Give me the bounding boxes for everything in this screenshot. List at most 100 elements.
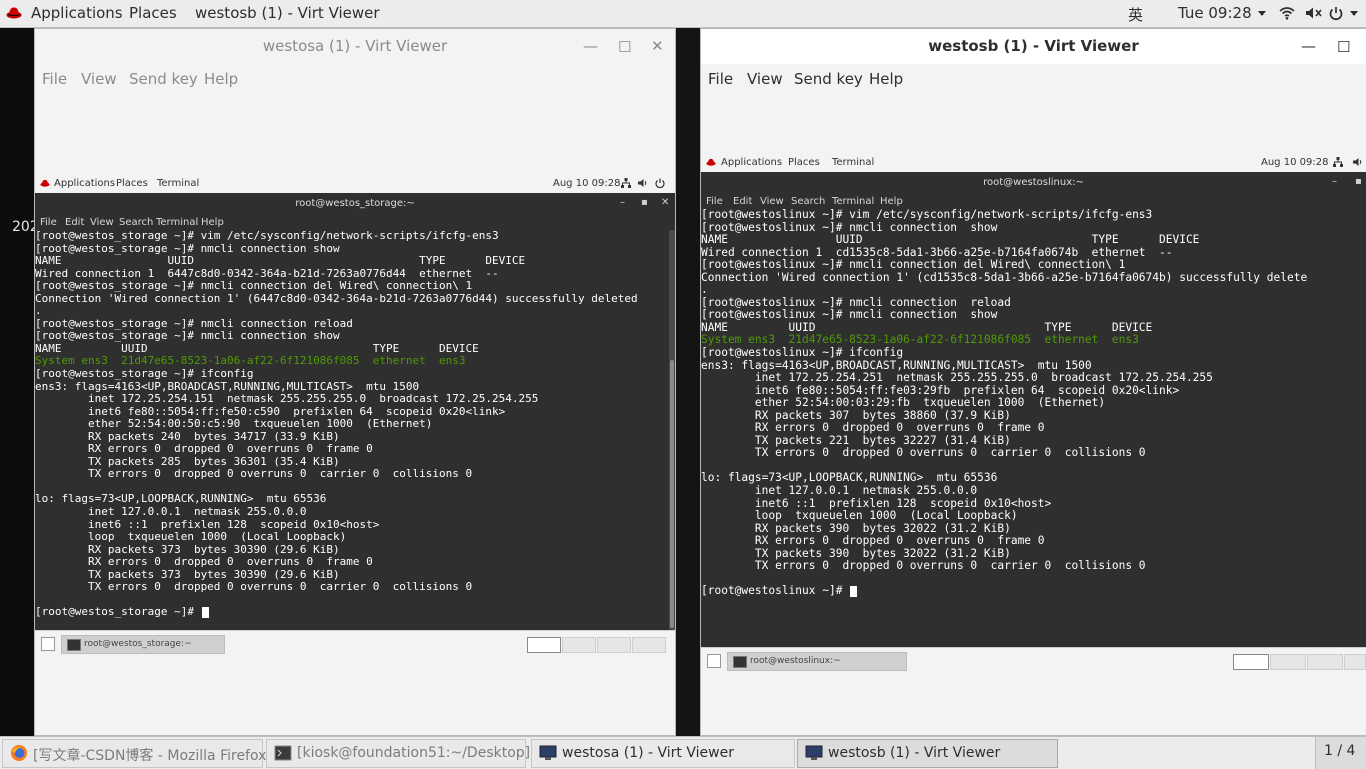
guest-places-menu[interactable]: Places — [116, 178, 148, 189]
terminal-line: TX errors 0 dropped 0 overruns 0 carrier… — [701, 559, 1146, 573]
terminal-minimize-button[interactable]: – — [620, 197, 625, 208]
terminal-menu-terminal[interactable]: Terminal — [156, 217, 198, 228]
terminal-menu-search[interactable]: Search — [119, 217, 153, 228]
guest-terminal-menu[interactable]: Terminal — [832, 157, 874, 168]
terminal-maximize-button[interactable]: ▪ — [641, 197, 648, 208]
terminal-menu-edit[interactable]: Edit — [733, 196, 752, 207]
terminal-title-bar[interactable]: root@westoslinux:~ – ▪ — [701, 172, 1366, 194]
guest-top-bar: Applications Places Terminal Aug 10 09:2… — [35, 174, 675, 194]
display-blank-area — [701, 94, 1366, 153]
network-icon[interactable] — [1333, 157, 1343, 167]
virt-viewer-window-westosb[interactable]: westosb (1) - Virt Viewer — ☐ File View … — [700, 28, 1366, 736]
guest-applications-menu[interactable]: Applications — [54, 178, 115, 189]
virt-viewer-window-westosa[interactable]: westosa (1) - Virt Viewer — ☐ ✕ File Vie… — [34, 28, 676, 736]
volume-muted-icon[interactable] — [1305, 6, 1323, 20]
menu-view[interactable]: View — [81, 70, 117, 88]
terminal-menu-file[interactable]: File — [706, 196, 723, 207]
menu-send-key[interactable]: Send key — [794, 70, 863, 88]
chevron-down-icon[interactable] — [1350, 9, 1358, 17]
wifi-icon[interactable] — [1279, 6, 1295, 20]
menu-send-key[interactable]: Send key — [129, 70, 198, 88]
active-window-title[interactable]: westosb (1) - Virt Viewer — [195, 4, 380, 22]
menu-help[interactable]: Help — [204, 70, 238, 88]
workspace-2[interactable] — [1270, 654, 1306, 670]
terminal-line: [root@westoslinux ~]# ifconfig — [701, 346, 904, 360]
workspace-2[interactable] — [562, 637, 596, 653]
terminal-menu-terminal[interactable]: Terminal — [832, 196, 874, 207]
window-title[interactable]: westosa (1) - Virt Viewer — [35, 29, 675, 64]
terminal-menu-view[interactable]: View — [760, 196, 784, 207]
guest-display[interactable]: Applications Places Terminal Aug 10 09:2… — [701, 153, 1366, 735]
guest-applications-menu[interactable]: Applications — [721, 157, 782, 168]
desktop-background-gap — [675, 28, 700, 736]
show-desktop-button[interactable] — [707, 654, 721, 668]
volume-icon[interactable] — [638, 178, 648, 188]
terminal-line: [root@westos_storage ~]# ifconfig — [35, 367, 254, 381]
guest-display[interactable]: Applications Places Terminal Aug 10 09:2… — [35, 174, 675, 735]
menu-file[interactable]: File — [708, 70, 733, 88]
scrollbar-thumb[interactable] — [670, 360, 674, 628]
terminal-line: inet 172.25.254.151 netmask 255.255.255.… — [35, 392, 539, 406]
taskbar-item-label: westosa (1) - Virt Viewer — [562, 745, 734, 761]
workspace-3[interactable] — [597, 637, 631, 653]
places-menu[interactable]: Places — [129, 4, 177, 22]
terminal-output[interactable]: [root@westos_storage ~]# vim /etc/syscon… — [35, 230, 669, 630]
terminal-line: loop txqueuelen 1000 (Local Loopback) — [35, 530, 347, 544]
terminal-scrollbar[interactable] — [669, 230, 675, 630]
terminal-line: [root@westos_storage ~]# — [35, 606, 669, 619]
terminal-close-button[interactable]: ✕ — [661, 197, 669, 208]
guest-taskbar-item-terminal[interactable]: root@westoslinux:~ — [727, 652, 907, 671]
terminal-menu-help[interactable]: Help — [880, 196, 903, 207]
window-title[interactable]: westosb (1) - Virt Viewer — [701, 29, 1366, 64]
guest-top-bar: Applications Places Terminal Aug 10 09:2… — [701, 153, 1366, 173]
terminal-menu-edit[interactable]: Edit — [65, 217, 84, 228]
volume-icon[interactable] — [1353, 157, 1363, 167]
terminal-icon — [274, 745, 292, 761]
workspace-3[interactable] — [1307, 654, 1343, 670]
taskbar-item-westosa[interactable]: westosa (1) - Virt Viewer — [531, 739, 795, 768]
network-icon[interactable] — [621, 178, 631, 188]
workspace-4[interactable] — [632, 637, 666, 653]
terminal-line: . — [35, 304, 42, 318]
maximize-button[interactable]: ☐ — [618, 38, 631, 56]
close-button[interactable]: ✕ — [651, 37, 664, 55]
terminal-maximize-button[interactable]: ▪ — [1355, 176, 1362, 187]
clock[interactable]: Tue 09:28 — [1178, 4, 1252, 22]
menu-help[interactable]: Help — [869, 70, 903, 88]
terminal-title-bar[interactable]: root@westos_storage:~ – ▪ ✕ — [35, 193, 675, 215]
workspace-1[interactable] — [1233, 654, 1269, 670]
minimize-button[interactable]: — — [583, 37, 598, 55]
maximize-button[interactable]: ☐ — [1337, 38, 1350, 56]
taskbar-item-terminal[interactable]: [kiosk@foundation51:~/Desktop] — [266, 739, 530, 768]
minimize-button[interactable]: — — [1301, 37, 1316, 55]
workspace-1[interactable] — [527, 637, 561, 653]
chevron-down-icon[interactable] — [1258, 9, 1266, 17]
guest-clock[interactable]: Aug 10 09:28 — [1261, 157, 1328, 168]
terminal-minimize-button[interactable]: – — [1332, 176, 1337, 187]
guest-terminal-menu[interactable]: Terminal — [157, 178, 199, 189]
power-icon[interactable] — [1329, 6, 1343, 21]
terminal-title: root@westos_storage:~ — [295, 198, 415, 209]
terminal-text[interactable]: [root@westoslinux ~]# vim /etc/sysconfig… — [701, 209, 1366, 598]
terminal-output[interactable]: [root@westoslinux ~]# vim /etc/sysconfig… — [701, 209, 1366, 647]
show-desktop-button[interactable] — [41, 637, 55, 651]
terminal-text[interactable]: [root@westos_storage ~]# vim /etc/syscon… — [35, 230, 669, 619]
taskbar-item-firefox[interactable]: [写文章-CSDN博客 - Mozilla Firefox] — [2, 739, 272, 768]
terminal-line: [root@westoslinux ~]# nmcli connection d… — [701, 258, 1126, 272]
terminal-menu-search[interactable]: Search — [791, 196, 825, 207]
menu-file[interactable]: File — [42, 70, 67, 88]
terminal-line: inet 172.25.254.251 netmask 255.255.255.… — [701, 371, 1213, 385]
applications-menu[interactable]: Applications — [31, 4, 123, 22]
power-icon[interactable] — [655, 178, 665, 188]
workspace-pager[interactable]: 1 / 4 — [1315, 737, 1366, 769]
input-method-indicator[interactable]: 英 — [1128, 4, 1143, 25]
guest-places-menu[interactable]: Places — [788, 157, 820, 168]
guest-taskbar-item-terminal[interactable]: root@westos_storage:~ — [61, 635, 225, 654]
menu-view[interactable]: View — [747, 70, 783, 88]
terminal-menu-view[interactable]: View — [90, 217, 114, 228]
terminal-menu-help[interactable]: Help — [201, 217, 224, 228]
workspace-4[interactable] — [1344, 654, 1366, 670]
guest-clock[interactable]: Aug 10 09:28 — [553, 178, 620, 189]
taskbar-item-westosb[interactable]: westosb (1) - Virt Viewer — [797, 739, 1058, 768]
terminal-menu-file[interactable]: File — [40, 217, 57, 228]
